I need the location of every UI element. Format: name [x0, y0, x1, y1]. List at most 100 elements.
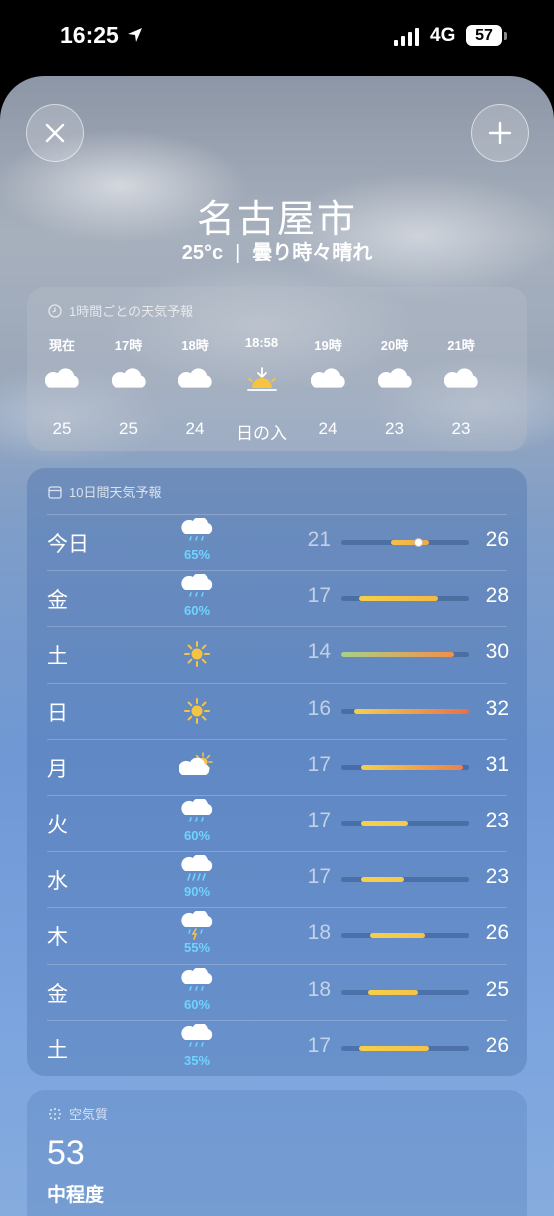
hour-value: 23 [385, 419, 404, 438]
daily-forecast-row[interactable]: 火 60% 17 23 [27, 795, 527, 851]
battery-cap [504, 32, 507, 40]
temperature-range-fill [341, 652, 454, 658]
high-temperature: 26 [485, 921, 509, 945]
day-name: 今日 [47, 533, 89, 556]
cloud-icon [360, 355, 430, 407]
precipitation-chance: 35% [183, 1052, 211, 1068]
hourly-forecast-item: 18時 24 [160, 335, 230, 439]
hour-value: 23 [451, 419, 471, 438]
temperature-range-bar [341, 764, 469, 770]
row-divider [47, 514, 507, 515]
high-temperature: 25 [485, 977, 509, 1001]
high-temperature: 23 [485, 809, 509, 832]
day-name: 土 [47, 645, 68, 669]
low-temperature: 16 [307, 696, 331, 720]
day-name: 金 [47, 589, 68, 613]
daily-forecast-row[interactable]: 土 14 30 [27, 626, 527, 682]
daily-forecast-title: 10日間天気予報 [69, 485, 162, 500]
temperature-range-bar [341, 596, 469, 602]
calendar-icon [48, 485, 62, 499]
daily-forecast-row[interactable]: 土 35% 17 26 [27, 1019, 527, 1076]
daily-forecast-header: 10日間天気予報 [48, 482, 161, 501]
daily-forecast-row[interactable]: 木 55% 18 26 [27, 907, 527, 963]
cloud-icon [293, 355, 363, 407]
rain-cloud-icon [177, 574, 217, 604]
air-quality-header: 空気質 [48, 1104, 108, 1123]
hour-value: 25 [52, 419, 72, 438]
hour-label: 19時 [314, 338, 342, 353]
close-button[interactable] [26, 104, 84, 162]
low-temperature: 21 [307, 528, 331, 551]
row-divider [47, 795, 507, 796]
plus-icon [488, 121, 512, 145]
hour-value: 24 [318, 419, 338, 438]
rain-cloud-icon [177, 518, 217, 548]
low-temperature: 14 [307, 640, 331, 664]
separator: | [235, 242, 241, 264]
high-temperature: 31 [485, 752, 509, 776]
hour-label: 18時 [181, 338, 209, 353]
high-temperature: 26 [485, 1033, 509, 1057]
temperature-range-fill [367, 989, 418, 995]
precipitation-chance: 60% [183, 603, 211, 619]
hourly-forecast-card[interactable]: 1時間ごとの天気予報 現在 25 17時 25 18時 24 18:58 日の入… [27, 287, 527, 451]
day-name: 月 [47, 757, 68, 781]
precipitation-chance: 60% [183, 996, 211, 1012]
hourly-forecast-item: 21時 23 [426, 335, 496, 439]
network-type: 4G [430, 25, 456, 46]
add-button[interactable] [471, 104, 529, 162]
hour-label: 21時 [447, 338, 475, 353]
hourly-forecast-item: 現在 25 [27, 335, 97, 439]
precipitation-chance: 55% [183, 940, 211, 956]
sun-icon [177, 696, 217, 726]
daily-forecast-row[interactable]: 月 17 31 [27, 738, 527, 795]
temperature-range-fill [361, 821, 408, 826]
low-temperature: 17 [307, 865, 331, 889]
row-divider [47, 682, 507, 684]
partly-sunny-icon [177, 751, 217, 782]
temperature-range-bar [341, 538, 469, 547]
temperature-range-fill [361, 877, 404, 883]
temperature-range-bar [341, 933, 469, 939]
temperature-range-bar [341, 1045, 469, 1051]
daily-forecast-row[interactable]: 水 90% 17 23 [27, 851, 527, 907]
temperature-range-fill [390, 540, 430, 545]
cloud-icon [27, 355, 97, 407]
high-temperature: 23 [485, 865, 509, 889]
clock-icon [48, 303, 62, 318]
hourly-forecast-item: 20時 23 [360, 335, 430, 439]
low-temperature: 18 [307, 977, 331, 1001]
precipitation-chance: 90% [183, 884, 211, 900]
high-temperature: 30 [485, 640, 509, 664]
daily-forecast-row[interactable]: 金 60% 18 25 [27, 963, 527, 1020]
battery-icon: 57 [466, 25, 502, 46]
daily-forecast-row[interactable]: 今日 65% 21 26 [27, 514, 527, 570]
row-divider [47, 570, 507, 572]
high-temperature: 28 [485, 584, 509, 608]
cloud-icon [426, 355, 496, 407]
hourly-forecast-title: 1時間ごとの天気予報 [69, 304, 194, 319]
row-divider [47, 1019, 507, 1021]
low-temperature: 17 [307, 809, 331, 832]
air-quality-value: 53 [47, 1134, 85, 1172]
temperature-range-fill [370, 933, 426, 939]
air-quality-icon [49, 1107, 61, 1120]
temperature-range-fill [358, 1045, 430, 1051]
daily-forecast-card[interactable]: 10日間天気予報 今日 65% 21 26 金 60% 17 28 土 14 3… [27, 468, 527, 1076]
hourly-forecast-item: 18:58 日の入 [227, 335, 297, 444]
day-name: 木 [47, 926, 68, 950]
temperature-range-bar [341, 652, 469, 658]
row-divider [47, 738, 507, 740]
day-name: 火 [47, 814, 68, 837]
air-quality-card[interactable]: 空気質 53 中程度 [27, 1090, 527, 1216]
high-temperature: 32 [485, 696, 509, 720]
precipitation-chance: 60% [183, 828, 211, 843]
precipitation-chance: 65% [183, 547, 211, 562]
weather-sheet: 名古屋市 25°c | 曇り時々晴れ 1時間ごとの天気予報 現在 25 17時 25… [0, 76, 554, 1216]
row-divider [47, 907, 507, 909]
close-icon [45, 123, 65, 143]
daily-forecast-row[interactable]: 金 60% 17 28 [27, 570, 527, 626]
daily-forecast-row[interactable]: 日 16 32 [27, 682, 527, 739]
day-name: 日 [47, 701, 68, 725]
rain-cloud-icon [177, 799, 217, 829]
